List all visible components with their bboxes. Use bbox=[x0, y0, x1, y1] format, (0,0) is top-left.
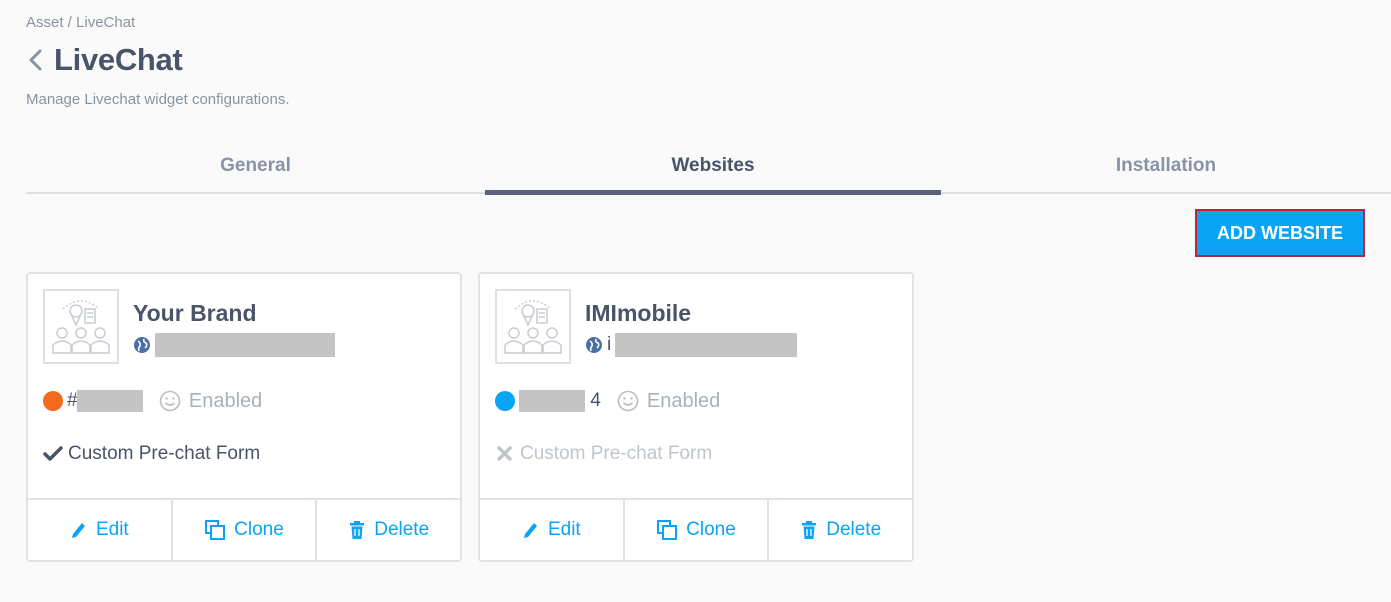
website-card: Your Brand # Enabled Custom Pre-chat For… bbox=[26, 272, 462, 562]
color-code: 4 bbox=[519, 389, 601, 412]
color-code-suffix: 4 bbox=[590, 390, 601, 411]
trash-icon bbox=[350, 521, 365, 539]
clone-icon bbox=[205, 520, 226, 540]
status-text: Enabled bbox=[188, 389, 263, 412]
tab-bar: General Websites Installation bbox=[26, 140, 1391, 195]
website-card: IMImobile i 4 Enabled Custom Pre-chat Fo… bbox=[478, 272, 914, 562]
redacted-color bbox=[519, 389, 585, 412]
card-actions: Edit Clone Delete bbox=[480, 498, 912, 560]
edit-button[interactable]: Edit bbox=[480, 500, 625, 560]
status-row: 4 Enabled bbox=[495, 386, 720, 416]
redacted-url bbox=[615, 333, 798, 357]
cross-icon bbox=[497, 446, 512, 461]
prechat-form-status: Custom Pre-chat Form bbox=[495, 440, 712, 468]
clone-icon bbox=[657, 520, 678, 540]
website-url bbox=[133, 332, 335, 358]
website-url-text: i bbox=[607, 334, 612, 355]
back-chevron-icon[interactable] bbox=[26, 48, 46, 72]
globe-icon bbox=[586, 337, 602, 353]
tab-websites[interactable]: Websites bbox=[485, 140, 941, 195]
prechat-form-status: Custom Pre-chat Form bbox=[43, 440, 260, 468]
pencil-icon bbox=[523, 523, 537, 538]
add-website-button[interactable]: ADD WEBSITE bbox=[1195, 209, 1365, 257]
globe-icon bbox=[134, 337, 150, 353]
clone-label: Clone bbox=[234, 519, 284, 540]
clone-button[interactable]: Clone bbox=[173, 500, 318, 560]
tab-installation[interactable]: Installation bbox=[941, 140, 1391, 192]
pencil-icon bbox=[71, 523, 85, 538]
color-swatch bbox=[495, 391, 515, 411]
website-name: Your Brand bbox=[133, 300, 257, 326]
brand-logo-placeholder bbox=[43, 289, 119, 364]
breadcrumb: Asset / LiveChat bbox=[26, 14, 136, 31]
edit-label: Edit bbox=[547, 519, 581, 540]
card-actions: Edit Clone Delete bbox=[28, 498, 460, 560]
delete-label: Delete bbox=[826, 519, 882, 540]
clone-button[interactable]: Clone bbox=[625, 500, 770, 560]
page-title: LiveChat bbox=[54, 42, 183, 77]
smile-icon bbox=[617, 390, 639, 412]
brand-logo-placeholder bbox=[495, 289, 571, 364]
website-name: IMImobile bbox=[585, 300, 692, 326]
tab-general[interactable]: General bbox=[26, 140, 485, 192]
delete-label: Delete bbox=[374, 519, 430, 540]
status-text: Enabled bbox=[646, 389, 721, 412]
edit-label: Edit bbox=[95, 519, 129, 540]
prechat-form-label: Custom Pre-chat Form bbox=[68, 443, 261, 464]
color-code: # bbox=[67, 389, 143, 412]
check-icon bbox=[43, 446, 63, 461]
color-swatch bbox=[43, 391, 63, 411]
smile-icon bbox=[159, 390, 181, 412]
page-subtitle: Manage Livechat widget configurations. bbox=[26, 91, 290, 108]
clone-label: Clone bbox=[686, 519, 736, 540]
delete-button[interactable]: Delete bbox=[769, 500, 912, 560]
edit-button[interactable]: Edit bbox=[28, 500, 173, 560]
redacted-url bbox=[155, 333, 335, 357]
title-row: LiveChat bbox=[26, 42, 183, 78]
brand-logo-icon bbox=[504, 299, 562, 354]
status-row: # Enabled bbox=[43, 386, 262, 416]
prechat-form-label: Custom Pre-chat Form bbox=[520, 443, 713, 464]
brand-logo-icon bbox=[52, 299, 110, 354]
redacted-color bbox=[76, 389, 143, 412]
website-url: i bbox=[585, 332, 798, 358]
trash-icon bbox=[802, 521, 817, 539]
delete-button[interactable]: Delete bbox=[317, 500, 460, 560]
